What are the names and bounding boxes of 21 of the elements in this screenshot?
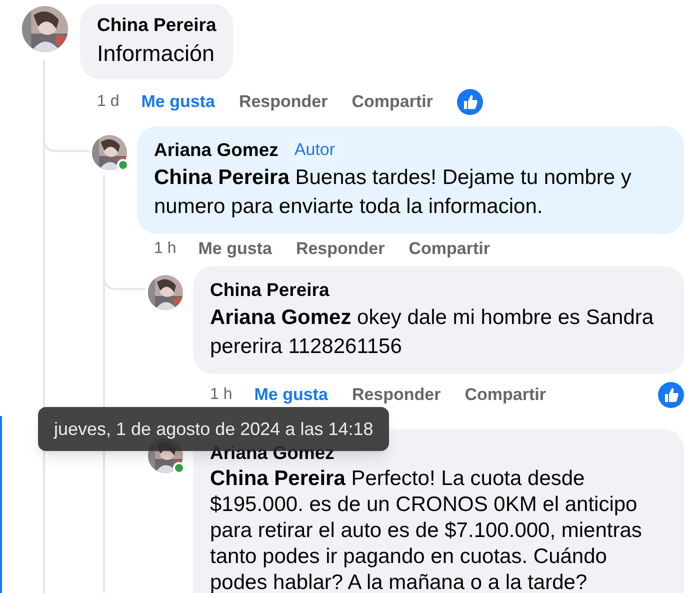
comment-text: Ariana Gomez okey dale mi hombre es Sandra pererira 1128261156 — [210, 305, 655, 360]
author-name[interactable]: China Pereira — [97, 12, 216, 38]
author-name[interactable]: China Pereira — [210, 277, 330, 303]
action-link[interactable]: Compartir — [464, 382, 546, 408]
comment-time[interactable]: 1 h — [210, 383, 232, 407]
comment-time[interactable]: 1 h — [154, 237, 176, 261]
timestamp-tooltip: jueves, 1 de agosto de 2024 a las 14:18 — [38, 407, 390, 451]
comment-time[interactable]: 1 d — [97, 90, 120, 114]
action-link[interactable]: Responder — [296, 236, 385, 262]
action-link[interactable]: Me gusta — [254, 382, 328, 408]
action-link[interactable]: Me gusta — [141, 89, 215, 115]
author-name[interactable]: Ariana Gomez — [154, 137, 278, 163]
comment-text: China Pereira Buenas tardes! Dejame tu nombre y numero para enviarte toda la informacion. — [154, 165, 632, 220]
action-link[interactable]: Me gusta — [198, 236, 272, 262]
action-link[interactable]: Responder — [352, 382, 441, 408]
action-link[interactable]: Responder — [238, 89, 328, 115]
comment-text: China Pereira Perfecto! La cuota desde $195.000. es de un CRONOS 0KM el anticipo para retirar el auto es de $7.100.000, mientras tanto podes ir pagando en cuotas. Cuándo podes hablar? A la mañana o a la tarde? — [210, 466, 643, 593]
comment-text: Información — [97, 40, 216, 68]
action-link[interactable]: Compartir — [352, 89, 433, 115]
author-badge: Autor — [290, 138, 340, 162]
action-link[interactable]: Compartir — [408, 236, 490, 262]
